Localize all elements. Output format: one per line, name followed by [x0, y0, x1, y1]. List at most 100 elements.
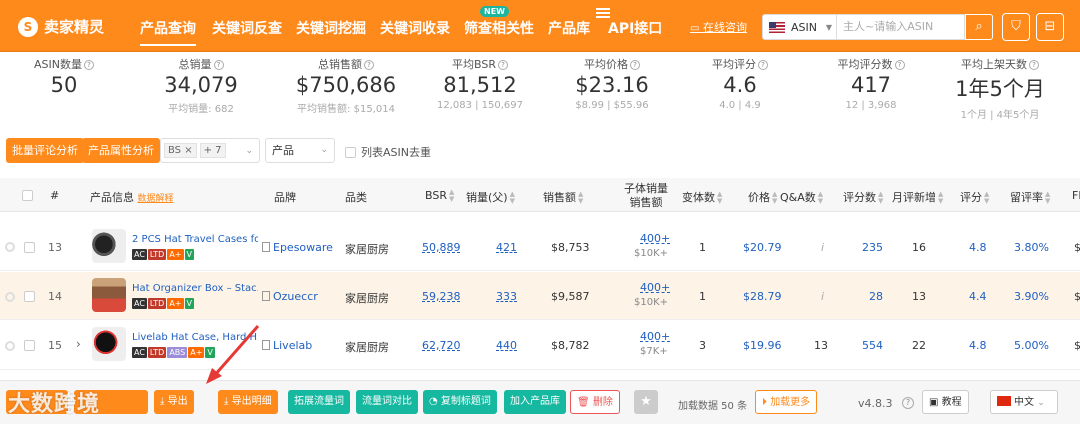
col-retention[interactable]: 留评率 ▲ ▼ — [1010, 189, 1050, 205]
settings-icon[interactable] — [5, 341, 15, 351]
bsr-link[interactable]: 62,720 — [422, 339, 461, 352]
col-qa[interactable]: Q&A数 ▲ ▼ — [780, 189, 823, 205]
nav-product-query[interactable]: 产品查询 — [140, 18, 196, 46]
nav-keyword-mining[interactable]: 关键词挖掘 — [296, 18, 366, 38]
brand-link[interactable]: Ozueccr — [262, 290, 318, 303]
table-row[interactable]: 14 Hat Organizer Box – Stac... AC LTD A+… — [0, 272, 1080, 320]
delete-button[interactable]: 🗑 删除 — [570, 390, 620, 414]
brand-link[interactable]: Livelab — [262, 339, 312, 352]
export-button[interactable]: ⤓ 导出 — [154, 390, 194, 414]
settings-icon[interactable] — [5, 292, 15, 302]
monthly-new: 22 — [912, 339, 926, 352]
col-child-sales[interactable]: 子体销量 销售额 — [624, 182, 668, 210]
sort-icon[interactable]: ▲ ▼ — [578, 191, 583, 205]
sort-icon[interactable]: ▲ ▼ — [510, 191, 515, 205]
filter-tag-label: BS — [168, 145, 182, 156]
table-row[interactable]: 15 › Livelab Hat Case, Hard H... AC LTD … — [0, 321, 1080, 370]
sales-link[interactable]: 440 — [496, 339, 517, 352]
product-image[interactable] — [92, 229, 126, 263]
help-icon[interactable]: ? — [630, 60, 640, 70]
help-icon[interactable]: ? — [894, 60, 905, 70]
nav-relevance-check[interactable]: 筛查相关性 — [464, 18, 534, 38]
batch-review-button[interactable]: 批量评论分析 — [6, 138, 84, 163]
sort-icon[interactable]: ▲ ▼ — [984, 191, 989, 205]
bsr-link[interactable]: 59,238 — [422, 290, 461, 303]
stat-value: 4.6 — [723, 73, 757, 97]
col-bsr[interactable]: BSR ▲ ▼ — [425, 189, 454, 203]
help-icon[interactable]: ? — [364, 60, 374, 70]
attribute-analysis-button[interactable]: 产品属性分析 — [82, 138, 160, 163]
sales-link[interactable]: 333 — [496, 290, 517, 303]
asin-search-input[interactable]: 主人~请输入ASIN — [837, 14, 965, 40]
language-select[interactable]: 中文 ⌄ — [990, 390, 1058, 414]
stat-avg-rating-count: 平均评分数? 417 12 | 3,968 — [830, 56, 912, 111]
checkbox[interactable] — [345, 146, 356, 158]
sort-icon[interactable]: ▲ ▼ — [878, 191, 883, 205]
help-icon[interactable]: ? — [758, 60, 768, 70]
search-button[interactable]: ⌕ — [965, 14, 993, 40]
data-explain-link[interactable]: 数据解释 — [138, 194, 174, 204]
nav-keyword-index[interactable]: 关键词收录 — [380, 18, 450, 38]
expand-keywords-button[interactable]: 拓展流量词 — [288, 390, 350, 414]
product-image[interactable] — [92, 278, 126, 312]
sales-link[interactable]: 421 — [496, 241, 517, 254]
col-variants-label: 变体数 — [682, 191, 715, 204]
brand-link[interactable]: Epesoware — [262, 241, 333, 254]
add-to-library-button[interactable]: 加入产品库 — [504, 390, 566, 414]
col-revenue[interactable]: 销售额 ▲ ▼ — [543, 189, 583, 205]
expand-chevron-icon[interactable]: › — [76, 337, 81, 351]
col-sales[interactable]: 销量(父) ▲ ▼ — [466, 189, 515, 205]
tutorial-button[interactable]: ▣ 教程 — [922, 390, 969, 414]
compare-keywords-button[interactable]: 流量词对比 — [356, 390, 418, 414]
menu-icon[interactable] — [596, 8, 610, 18]
tag-filter-select[interactable]: BS × + 7 ⌄ — [160, 138, 260, 163]
panel-tool-button[interactable]: ⊟ — [1036, 13, 1064, 41]
nav-keyword-reverse[interactable]: 关键词反查 — [212, 18, 282, 38]
product-badges: AC LTD A+ V — [132, 249, 194, 260]
sort-icon[interactable]: ▲ ▼ — [938, 191, 943, 205]
copy-title-button[interactable]: ◔ 复制标题词 — [423, 390, 497, 414]
product-title-link[interactable]: Hat Organizer Box – Stac... — [132, 283, 258, 294]
help-icon[interactable]: ? — [83, 60, 94, 70]
close-icon[interactable]: × — [184, 145, 192, 156]
child-sales-link[interactable]: 400+ — [640, 232, 670, 245]
nav-product-library[interactable]: 产品库 — [548, 18, 590, 38]
child-sales-link[interactable]: 400+ — [640, 281, 670, 294]
sort-icon[interactable]: ▲ ▼ — [818, 191, 823, 205]
col-monthly-new[interactable]: 月评新增 ▲ ▼ — [892, 189, 943, 205]
product-image[interactable] — [92, 327, 126, 361]
filter-tool-button[interactable]: ⛉ — [1002, 13, 1030, 41]
online-consult-link[interactable]: ▭ 在线咨询 — [690, 19, 747, 35]
sort-icon[interactable]: ▲ ▼ — [717, 191, 722, 205]
star-icon[interactable]: ★ — [634, 390, 658, 414]
help-icon[interactable]: ? — [1029, 60, 1039, 70]
row-checkbox[interactable] — [24, 340, 35, 351]
nav-api[interactable]: API接口 — [608, 18, 662, 38]
logo-icon: S — [18, 16, 38, 37]
product-title-link[interactable]: 2 PCS Hat Travel Cases fo... — [132, 234, 258, 245]
sort-icon[interactable]: ▲ ▼ — [1045, 191, 1050, 205]
export-detail-button[interactable]: ⤓ 导出明细 — [218, 390, 278, 414]
table-row[interactable]: 13 2 PCS Hat Travel Cases fo... AC LTD A… — [0, 222, 1080, 271]
row-checkbox[interactable] — [24, 291, 35, 302]
col-variants[interactable]: 变体数 ▲ ▼ — [682, 189, 722, 205]
col-price[interactable]: 价格 ▲ ▼ — [748, 189, 777, 205]
help-icon[interactable]: ? — [497, 60, 508, 70]
dedup-checkbox[interactable]: 列表ASIN去重 — [345, 144, 431, 160]
select-all-checkbox[interactable] — [22, 190, 33, 201]
col-brand: 品牌 — [274, 191, 296, 204]
row-checkbox[interactable] — [24, 242, 35, 253]
col-rating[interactable]: 评分 ▲ ▼ — [960, 189, 989, 205]
sort-icon[interactable]: ▲ ▼ — [772, 191, 777, 205]
col-ratings[interactable]: 评分数 ▲ ▼ — [843, 189, 883, 205]
help-icon[interactable]: ? — [213, 60, 224, 70]
help-icon[interactable]: ? — [902, 397, 914, 409]
child-sales-link[interactable]: 400+ — [640, 330, 670, 343]
bsr-link[interactable]: 50,889 — [422, 241, 461, 254]
brand-logo[interactable]: S 卖家精灵 — [18, 16, 104, 37]
load-more-button[interactable]: ⏵ 加载更多 — [755, 390, 818, 414]
scope-select[interactable]: 产品 ⌄ — [265, 138, 335, 163]
sort-icon[interactable]: ▲ ▼ — [449, 189, 454, 203]
marketplace-select[interactable]: ASIN ▼ — [762, 14, 837, 40]
settings-icon[interactable] — [5, 242, 15, 252]
